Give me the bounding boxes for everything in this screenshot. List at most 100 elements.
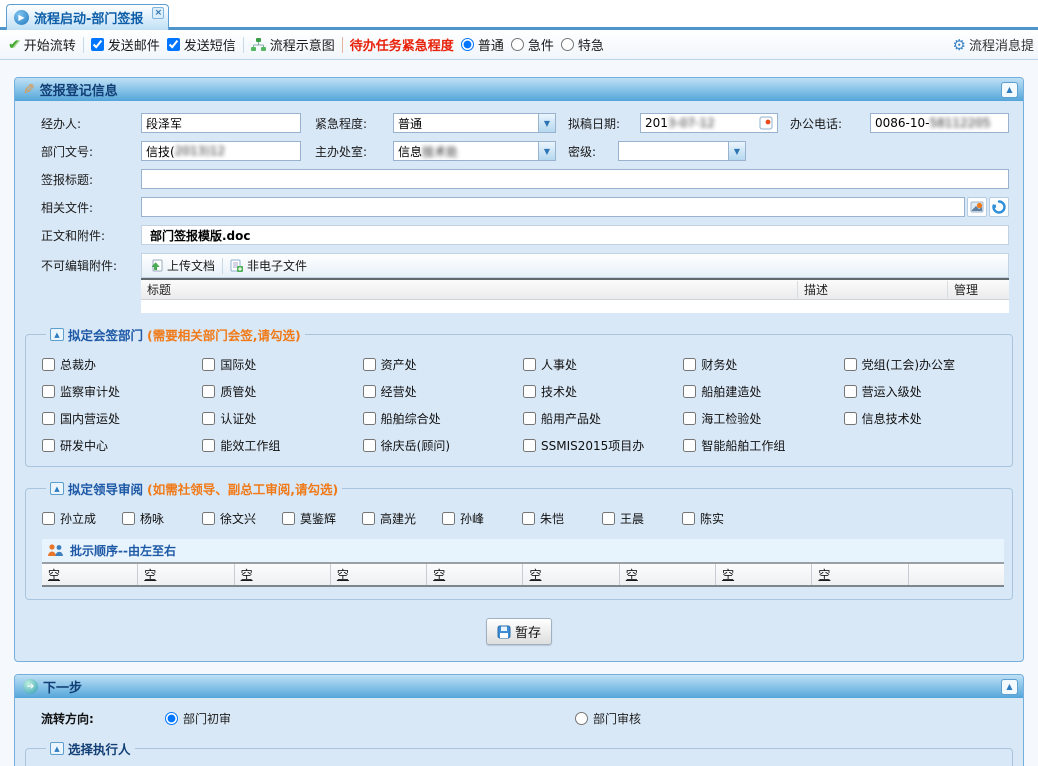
dept-checkbox[interactable]: 国际处 <box>202 356 362 373</box>
close-icon[interactable]: × <box>152 7 164 19</box>
dept-checkbox[interactable]: 船用产品处 <box>523 410 683 427</box>
dept-checkbox[interactable]: 质管处 <box>202 383 362 400</box>
order-cell[interactable]: 空 <box>812 564 908 585</box>
dept-checkbox-input[interactable] <box>363 439 376 452</box>
message-reminder-button[interactable]: ⚙ 流程消息提 <box>953 35 1034 54</box>
phone-field[interactable]: 0086-10-58112205 <box>870 113 1009 133</box>
send-sms-checkbox[interactable] <box>167 38 180 51</box>
dept-checkbox-input[interactable] <box>42 412 55 425</box>
urgency-urgent-radio[interactable] <box>511 38 524 51</box>
operator-input[interactable] <box>141 113 301 133</box>
leader-checkbox-input[interactable] <box>682 512 695 525</box>
leader-checkbox-input[interactable] <box>442 512 455 525</box>
upload-doc-button[interactable]: 上传文档 <box>150 257 215 274</box>
leader-checkbox[interactable]: 杨咏 <box>122 510 202 527</box>
leader-checkbox[interactable]: 陈实 <box>682 510 762 527</box>
leader-checkbox-input[interactable] <box>282 512 295 525</box>
refresh-button[interactable] <box>989 197 1009 217</box>
dept-checkbox[interactable]: 能效工作组 <box>202 437 362 454</box>
dept-checkbox-input[interactable] <box>42 385 55 398</box>
send-mail-checkbox[interactable] <box>91 38 104 51</box>
dept-checkbox-input[interactable] <box>202 439 215 452</box>
collapse-icon[interactable]: ▲ <box>50 328 64 341</box>
order-cell[interactable]: 空 <box>235 564 331 585</box>
dept-checkbox-input[interactable] <box>202 412 215 425</box>
direction-first-radio[interactable] <box>165 712 178 725</box>
dept-checkbox[interactable]: 信息技术处 <box>844 410 1004 427</box>
dept-checkbox-input[interactable] <box>683 358 696 371</box>
docno-field[interactable]: 信技(2013)12 <box>141 141 301 161</box>
leader-checkbox-input[interactable] <box>602 512 615 525</box>
collapse-icon[interactable]: ▲ <box>50 742 64 755</box>
dept-checkbox-input[interactable] <box>844 385 857 398</box>
dept-checkbox[interactable]: 船舶建造处 <box>683 383 843 400</box>
order-cell[interactable]: 空 <box>716 564 812 585</box>
leader-checkbox[interactable]: 孙立成 <box>42 510 122 527</box>
dept-checkbox-input[interactable] <box>523 439 536 452</box>
dept-checkbox-input[interactable] <box>42 439 55 452</box>
dept-checkbox-input[interactable] <box>202 358 215 371</box>
leader-checkbox-input[interactable] <box>522 512 535 525</box>
dept-checkbox[interactable]: 海工检验处 <box>683 410 843 427</box>
dept-checkbox[interactable]: 技术处 <box>523 383 683 400</box>
dept-checkbox-input[interactable] <box>523 412 536 425</box>
leader-checkbox-input[interactable] <box>202 512 215 525</box>
dept-checkbox[interactable]: 资产处 <box>363 356 523 373</box>
order-cell[interactable]: 空 <box>138 564 234 585</box>
dept-checkbox-input[interactable] <box>363 412 376 425</box>
dept-checkbox[interactable]: 人事处 <box>523 356 683 373</box>
dept-checkbox[interactable]: 徐庆岳(顾问) <box>363 437 523 454</box>
collapse-icon[interactable]: ▲ <box>1001 82 1018 98</box>
direction-review-radio[interactable] <box>575 712 588 725</box>
non-electronic-button[interactable]: 非电子文件 <box>230 257 307 274</box>
dept-checkbox-input[interactable] <box>683 439 696 452</box>
order-cell[interactable]: 空 <box>331 564 427 585</box>
leader-checkbox[interactable]: 徐文兴 <box>202 510 282 527</box>
dept-checkbox[interactable]: 研发中心 <box>42 437 202 454</box>
urgency-select[interactable]: 普通 ▼ <box>393 113 556 133</box>
dept-checkbox[interactable]: 财务处 <box>683 356 843 373</box>
leader-checkbox[interactable]: 孙峰 <box>442 510 522 527</box>
dept-checkbox-input[interactable] <box>844 358 857 371</box>
collapse-icon[interactable]: ▲ <box>50 482 64 495</box>
order-cell[interactable] <box>909 564 1004 585</box>
dept-checkbox-input[interactable] <box>844 412 857 425</box>
leader-checkbox[interactable]: 高建光 <box>362 510 442 527</box>
order-cell[interactable]: 空 <box>42 564 138 585</box>
order-cell[interactable]: 空 <box>620 564 716 585</box>
dept-checkbox-input[interactable] <box>363 385 376 398</box>
direction-option-first-review[interactable]: 部门初审 <box>165 710 575 727</box>
dept-checkbox-input[interactable] <box>363 358 376 371</box>
leader-checkbox-input[interactable] <box>42 512 55 525</box>
related-file-input[interactable] <box>141 197 965 217</box>
office-select[interactable]: 信息技术处 ▼ <box>393 141 556 161</box>
collapse-icon[interactable]: ▲ <box>1001 679 1018 695</box>
urgency-express-radio[interactable] <box>561 38 574 51</box>
dept-checkbox[interactable]: 经营处 <box>363 383 523 400</box>
urgency-normal-radio[interactable] <box>461 38 474 51</box>
dept-checkbox[interactable]: 总裁办 <box>42 356 202 373</box>
leader-checkbox-input[interactable] <box>122 512 135 525</box>
dept-checkbox[interactable]: 国内营运处 <box>42 410 202 427</box>
draft-date-field[interactable]: 2013-07-12 <box>640 113 778 133</box>
leader-checkbox[interactable]: 王晨 <box>602 510 682 527</box>
dept-checkbox-input[interactable] <box>202 385 215 398</box>
flow-diagram-button[interactable]: 流程示意图 <box>251 35 335 54</box>
body-doc-item[interactable]: 部门签报模版.doc <box>141 225 1009 245</box>
select-file-button[interactable] <box>967 197 987 217</box>
leader-checkbox-input[interactable] <box>362 512 375 525</box>
dept-checkbox[interactable]: 智能船舶工作组 <box>683 437 843 454</box>
dept-checkbox[interactable]: SSMIS2015项目办 <box>523 437 683 454</box>
dept-checkbox[interactable]: 党组(工会)办公室 <box>844 356 1004 373</box>
leader-checkbox[interactable]: 莫鉴辉 <box>282 510 362 527</box>
dept-checkbox[interactable]: 营运入级处 <box>844 383 1004 400</box>
tab-process-start[interactable]: ▶ 流程启动-部门签报 × <box>6 4 169 30</box>
report-title-input[interactable] <box>141 169 1009 189</box>
leader-checkbox[interactable]: 朱恺 <box>522 510 602 527</box>
save-button[interactable]: 暂存 <box>486 618 552 645</box>
dept-checkbox-input[interactable] <box>42 358 55 371</box>
dept-checkbox-input[interactable] <box>683 385 696 398</box>
dept-checkbox-input[interactable] <box>523 358 536 371</box>
dept-checkbox[interactable]: 船舶综合处 <box>363 410 523 427</box>
calendar-icon[interactable] <box>759 116 773 130</box>
